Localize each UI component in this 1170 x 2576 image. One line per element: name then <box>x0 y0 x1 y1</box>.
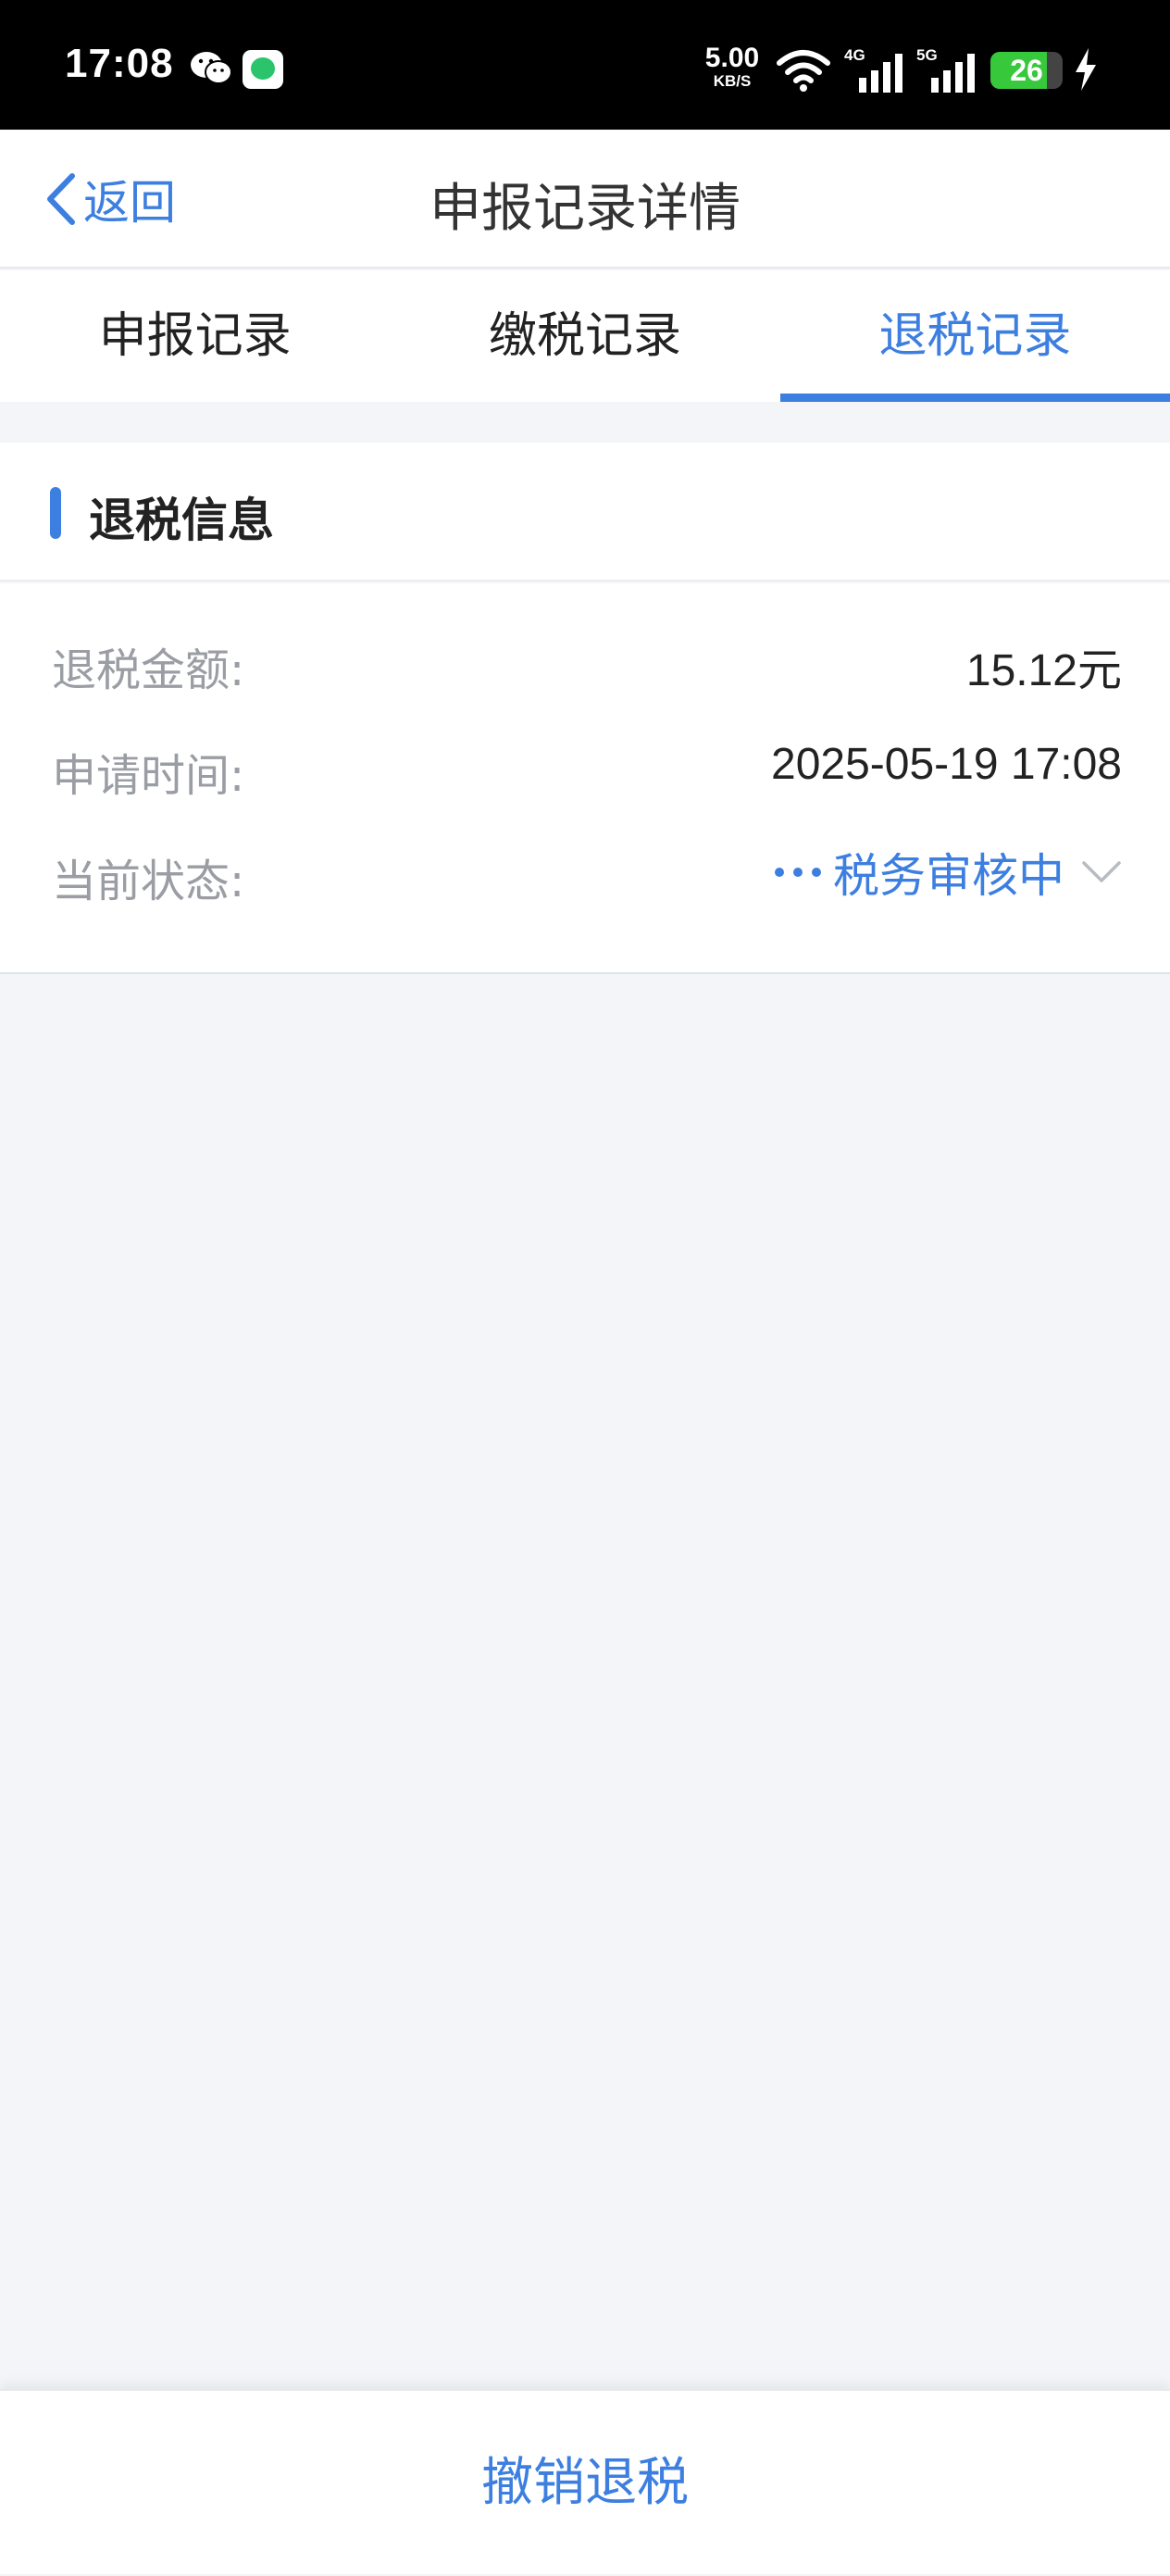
nav-bar: 返回 申报记录详情 <box>0 130 1170 269</box>
section-title: 退税信息 <box>89 494 274 547</box>
battery-icon: 26 <box>990 52 1063 89</box>
tab-declaration-records[interactable]: 申报记录 <box>0 270 390 402</box>
status-bar: 17:08 5.00 KB/S 4G 5G 26 <box>0 0 1170 130</box>
chevron-down-icon <box>1082 861 1121 882</box>
refund-amount-row: 退税金额: 15.12元 <box>52 624 1122 698</box>
apply-time-row: 申请时间: 2025-05-19 17:08 <box>52 730 1122 804</box>
page-title: 申报记录详情 <box>429 179 741 239</box>
tab-tax-payment-records[interactable]: 缴税记录 <box>390 270 779 402</box>
cancel-refund-button[interactable]: 撤销退税 <box>0 2391 1170 2576</box>
net-speed-value: 5.00 <box>704 43 760 73</box>
refund-info-card: 退税金额: 15.12元 申请时间: 2025-05-19 17:08 当前状态… <box>0 583 1170 974</box>
battery-level: 26 <box>1010 54 1043 87</box>
net-speed: 5.00 KB/S <box>699 43 765 90</box>
tab-tax-refund-records[interactable]: 退税记录 <box>779 270 1170 402</box>
message-app-icon <box>243 50 283 89</box>
refund-amount-label: 退税金额: <box>52 644 245 696</box>
record-tabs: 申报记录 缴税记录 退税记录 <box>0 270 1170 402</box>
current-status-label: 当前状态: <box>52 856 245 907</box>
section-accent-bar <box>50 487 61 539</box>
active-tab-indicator <box>779 394 1170 402</box>
tab-label: 申报记录 <box>98 308 292 364</box>
refund-info-section-header: 退税信息 <box>0 443 1170 581</box>
signal-4g-icon: 4G <box>844 46 905 93</box>
signal-5g-icon: 5G <box>916 46 977 93</box>
refund-amount-value: 15.12元 <box>965 646 1122 695</box>
apply-time-label: 申请时间: <box>52 750 245 802</box>
tab-label: 缴税记录 <box>488 308 681 364</box>
charging-bolt-icon <box>1076 48 1096 91</box>
bottom-action-bar: 撤销退税 <box>0 2389 1170 2574</box>
tab-label: 退税记录 <box>878 308 1072 364</box>
wifi-icon <box>777 50 830 92</box>
apply-time-value: 2025-05-19 17:08 <box>771 740 1122 789</box>
wechat-icon <box>191 52 232 84</box>
status-time: 17:08 <box>65 41 174 86</box>
current-status-value: 税务审核中 <box>833 849 1064 903</box>
status-dropdown[interactable]: 税务审核中 <box>772 839 1122 906</box>
more-dots-icon <box>775 868 821 877</box>
net-speed-unit: KB/S <box>713 72 752 90</box>
current-status-row: 当前状态: 税务审核中 <box>52 835 1122 909</box>
